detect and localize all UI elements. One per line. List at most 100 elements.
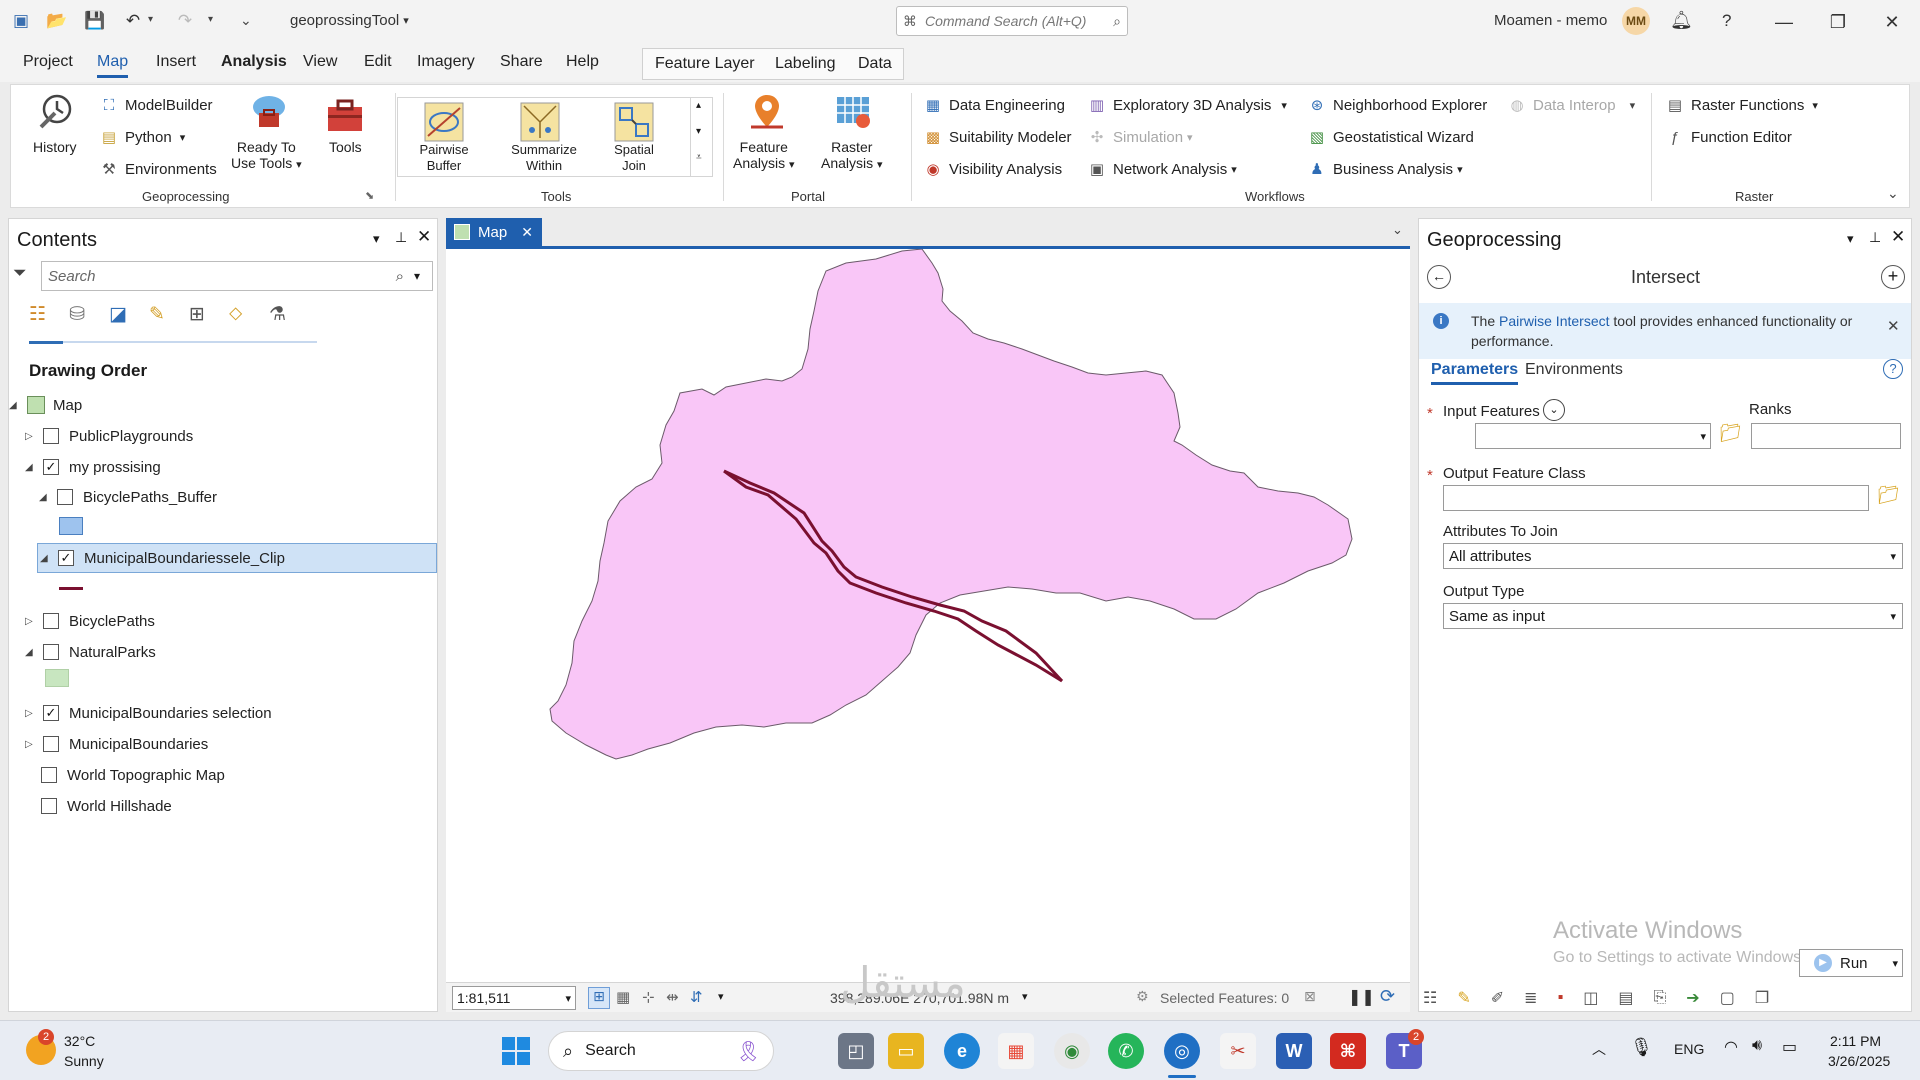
toc-natural-parks[interactable]: ◢ NaturalParks	[25, 638, 156, 666]
environments-button[interactable]: ⚒ Environments	[99, 159, 216, 179]
neighborhood-explorer-button[interactable]: ⊛ Neighborhood Explorer	[1307, 95, 1488, 115]
expand-arrow-icon[interactable]: ▷	[25, 708, 39, 719]
list-by-perspective-icon[interactable]: ⚗	[269, 303, 293, 329]
close-icon[interactable]: ✕	[521, 224, 533, 241]
raster-functions-button[interactable]: ▤ Raster Functions ▾	[1665, 95, 1818, 115]
edit-icon[interactable]: ✎	[1457, 988, 1470, 1008]
modelbuilder-button[interactable]: ⛶ ModelBuilder	[99, 95, 213, 115]
toolbox-icon[interactable]: ▪	[1558, 989, 1564, 1007]
refresh-icon[interactable]: ⟳	[1380, 986, 1395, 1007]
pin-icon[interactable]: ⊥	[1869, 229, 1881, 246]
tab-labeling[interactable]: Labeling	[775, 55, 836, 73]
function-editor-button[interactable]: ƒ Function Editor	[1665, 127, 1792, 147]
business-analysis-button[interactable]: ♟ Business Analysis ▾	[1307, 159, 1462, 179]
taskbar-search-box[interactable]: ⌕ Search 🎗︎	[548, 1031, 774, 1071]
pairwise-buffer-tool[interactable]: Pairwise Buffer	[406, 142, 482, 174]
list-by-editing-icon[interactable]: ✎	[149, 303, 173, 329]
close-icon[interactable]: ✕	[1891, 227, 1905, 247]
help-icon[interactable]: ?	[1883, 359, 1903, 379]
tab-data[interactable]: Data	[858, 55, 892, 73]
word-icon[interactable]: W	[1276, 1033, 1312, 1069]
collapse-arrow-icon[interactable]: ◢	[40, 553, 54, 564]
symbology-icon[interactable]: ◫	[1583, 988, 1598, 1008]
network-analysis-button[interactable]: ▣ Network Analysis ▾	[1087, 159, 1237, 179]
help-icon[interactable]: ?	[1722, 11, 1731, 31]
task-view-icon[interactable]: ◰	[838, 1033, 874, 1069]
layer-visibility-checkbox[interactable]: ✓	[58, 550, 74, 566]
visibility-analysis-button[interactable]: ◉ Visibility Analysis	[923, 159, 1062, 179]
clear-selection-icon[interactable]: ⊠	[1304, 988, 1316, 1005]
tab-parameters[interactable]: Parameters	[1431, 361, 1519, 385]
data-interop-button[interactable]: ◍ Data Interop ▾	[1507, 95, 1635, 115]
fixed-zoom-icon[interactable]: ⊞	[588, 987, 610, 1009]
tab-analysis[interactable]: Analysis	[221, 53, 287, 71]
tools-button[interactable]: Tools	[329, 139, 362, 155]
whatsapp-icon[interactable]: ✆	[1108, 1033, 1144, 1069]
gallery-expand-icon[interactable]: ⩡	[696, 152, 702, 163]
layer-visibility-checkbox[interactable]	[43, 644, 59, 660]
simulation-button[interactable]: ✣ Simulation ▾	[1087, 127, 1193, 147]
list-by-source-icon[interactable]: ⛁	[69, 303, 93, 329]
language-indicator[interactable]: ENG	[1674, 1041, 1704, 1057]
coordinate-units-dropdown-icon[interactable]: ▾	[1022, 990, 1028, 1003]
list-by-drawing-order-icon[interactable]: ☷	[29, 303, 53, 329]
clip-line-symbol[interactable]	[59, 587, 83, 590]
data-engineering-button[interactable]: ▦ Data Engineering	[923, 95, 1065, 115]
battery-icon[interactable]: ▭	[1782, 1037, 1797, 1057]
close-icon[interactable]: ✕	[1887, 317, 1900, 335]
command-search-input[interactable]: ⌘ Command Search (Alt+Q) ⌕	[896, 6, 1128, 36]
forward-arrow-icon[interactable]: ➔	[1686, 988, 1699, 1008]
ready-to-use-tools-button[interactable]: Ready To Use Tools ▾	[231, 139, 302, 173]
municipal-boundary-polygon[interactable]	[549, 248, 1353, 760]
clock-time[interactable]: 2:11 PM	[1830, 1033, 1881, 1049]
tab-help[interactable]: Help	[566, 53, 599, 71]
file-explorer-icon[interactable]: ▭	[888, 1033, 924, 1069]
expand-circle-icon[interactable]: ⌄	[1543, 399, 1565, 421]
tab-imagery[interactable]: Imagery	[417, 53, 475, 71]
layer-visibility-checkbox[interactable]	[41, 767, 57, 783]
browse-folder-icon[interactable]: 📁︎	[1877, 485, 1900, 506]
contents-search-input[interactable]: Search ⌕	[41, 261, 433, 291]
user-name[interactable]: Moamen - memo	[1494, 12, 1607, 29]
input-features-dropdown[interactable]: ▾	[1475, 423, 1711, 449]
notifications-bell-icon[interactable]: 🔔︎	[1670, 10, 1693, 31]
pane-options-icon[interactable]: ▾	[373, 231, 380, 247]
suitability-modeler-button[interactable]: ▩ Suitability Modeler	[923, 127, 1072, 147]
pairwise-intersect-link[interactable]: Pairwise Intersect	[1499, 313, 1609, 329]
weather-description[interactable]: Sunny	[64, 1053, 104, 1069]
layout-icon[interactable]: ▢	[1720, 988, 1735, 1008]
minimize-icon[interactable]: —	[1766, 8, 1802, 36]
create-features-icon[interactable]: ✐	[1491, 988, 1504, 1008]
toc-bicycle-paths[interactable]: ▷ BicyclePaths	[25, 607, 155, 635]
add-plus-icon[interactable]: +	[1881, 265, 1905, 289]
tab-environments[interactable]: Environments	[1525, 361, 1623, 379]
collapse-arrow-icon[interactable]: ◢	[39, 492, 53, 503]
pin-icon[interactable]: ⊥	[395, 229, 407, 246]
toc-my-prossising[interactable]: ◢ ✓ my prossising	[25, 453, 161, 481]
geostatistical-wizard-button[interactable]: ▧ Geostatistical Wizard	[1307, 127, 1474, 147]
undo-icon[interactable]: ↶	[122, 10, 144, 32]
clock-date[interactable]: 3/26/2025	[1828, 1053, 1890, 1069]
layer-visibility-checkbox[interactable]	[43, 428, 59, 444]
ranks-input[interactable]	[1751, 423, 1901, 449]
weather-temperature[interactable]: 32°C	[64, 1033, 95, 1049]
python-button[interactable]: ▤ Python ▾	[99, 127, 185, 147]
back-arrow-icon[interactable]: ←	[1427, 265, 1451, 289]
feature-analysis-button[interactable]: Feature Analysis ▾	[733, 139, 795, 173]
list-by-labeling-icon[interactable]: ⬦	[229, 303, 253, 329]
customize-quick-access-icon[interactable]: ⌄	[240, 12, 252, 29]
microsoft-store-icon[interactable]: ▦	[998, 1033, 1034, 1069]
map-scale-select[interactable]: 1:81,511 ▾	[452, 986, 576, 1010]
gallery-up-icon[interactable]: ▴	[696, 100, 701, 111]
close-icon[interactable]: ✕	[1874, 8, 1910, 36]
collapse-arrow-icon[interactable]: ◢	[9, 400, 23, 411]
list-by-selection-icon[interactable]: ◪	[109, 303, 133, 329]
north-arrow-icon[interactable]: ⇵	[690, 988, 703, 1006]
filter-icon[interactable]: ⏷	[13, 263, 27, 283]
snipping-tool-icon[interactable]: ✂	[1220, 1033, 1256, 1069]
run-button[interactable]: ▶ Run ▾	[1799, 949, 1903, 977]
layer-visibility-checkbox[interactable]: ✓	[43, 459, 59, 475]
toc-municipal-boundaries[interactable]: ▷ MunicipalBoundaries	[25, 730, 208, 758]
redo-dropdown-icon[interactable]: ▾	[208, 14, 213, 25]
chevron-down-icon[interactable]: ▾	[718, 990, 724, 1003]
